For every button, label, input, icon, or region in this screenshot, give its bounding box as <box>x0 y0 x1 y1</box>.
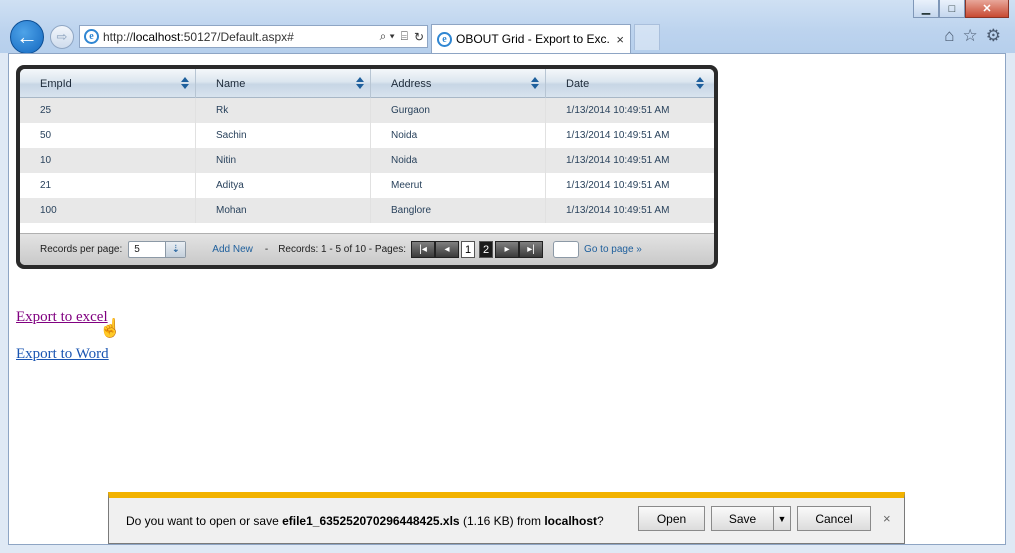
save-dropdown-icon[interactable]: ▼ <box>773 506 791 531</box>
column-header-empid[interactable]: EmpId <box>20 69 196 98</box>
ie-page-icon: e <box>84 29 99 44</box>
cell-date: 1/13/2014 10:49:51 AM <box>566 180 670 191</box>
table-row[interactable]: 21 Aditya Meerut 1/13/2014 10:49:51 AM <box>20 173 714 198</box>
cell-address: Noida <box>371 148 546 173</box>
go-to-page-input[interactable] <box>553 241 580 258</box>
export-to-word-link[interactable]: Export to Word <box>16 346 109 363</box>
cell-name: Nitin <box>196 148 371 173</box>
window-controls: ▁ □ ✕ <box>913 0 1009 18</box>
url-path: :50127/Default.aspx# <box>180 29 294 44</box>
records-per-page-value: 5 <box>134 244 140 255</box>
sort-icon[interactable] <box>356 77 364 89</box>
cell-address: Banglore <box>371 198 546 223</box>
address-url[interactable]: http://localhost:50127/Default.aspx# <box>103 30 377 44</box>
column-header-label: EmpId <box>40 77 72 90</box>
download-source: localhost <box>544 513 597 528</box>
dropdown-arrow-icon[interactable]: ⇣ <box>165 242 186 257</box>
table-row[interactable]: 10 Nitin Noida 1/13/2014 10:49:51 AM <box>20 148 714 173</box>
close-icon[interactable]: × <box>883 511 891 526</box>
grid-header: EmpId Name Address Date <box>20 69 714 98</box>
tab-favicon-icon: e <box>437 31 452 47</box>
minimize-button[interactable]: ▁ <box>913 0 939 18</box>
open-button[interactable]: Open <box>638 506 705 531</box>
cell-name: Sachin <box>196 123 371 148</box>
cell-empid: 21 <box>20 173 196 198</box>
browser-chrome: ▁ □ ✕ ← ⇨ e http://localhost:50127/Defau… <box>0 0 1015 54</box>
tab-title: OBOUT Grid - Export to Exc... <box>456 32 611 46</box>
cell-date: 1/13/2014 10:49:51 AM <box>566 105 670 116</box>
cell-name: Mohan <box>196 198 371 223</box>
page-2-button[interactable]: 2 <box>479 241 494 258</box>
download-prompt: Do you want to open or save efile1_63525… <box>126 514 604 528</box>
cell-address: Meerut <box>371 173 546 198</box>
cell-empid: 100 <box>20 198 196 223</box>
home-icon[interactable]: ⌂ <box>944 26 954 46</box>
table-row[interactable]: 25 Rk Gurgaon 1/13/2014 10:49:51 AM <box>20 98 714 123</box>
close-window-button[interactable]: ✕ <box>965 0 1009 18</box>
download-filename: efile1_635252070296448425.xls <box>282 513 460 528</box>
save-button[interactable]: Save <box>711 506 773 531</box>
page-1-button[interactable]: 1 <box>461 241 476 258</box>
column-header-label: Name <box>216 77 246 90</box>
grid-inner: EmpId Name Address Date 25 Rk Gurgaon 1/… <box>20 69 714 265</box>
cell-empid: 50 <box>20 123 196 148</box>
go-to-page-link[interactable]: Go to page » <box>584 244 642 255</box>
grid-footer: Records per page: 5 ⇣ Add New - Records:… <box>20 233 714 265</box>
url-protocol: http:// <box>103 29 134 44</box>
download-size: (1.16 KB) from <box>459 513 545 528</box>
compatibility-view-icon[interactable]: ⌸ <box>401 29 408 44</box>
table-row[interactable]: 100 Mohan Banglore 1/13/2014 10:49:51 AM <box>20 198 714 223</box>
column-header-name[interactable]: Name <box>196 69 371 98</box>
back-button[interactable]: ← <box>10 20 44 54</box>
cell-name: Rk <box>196 98 371 123</box>
hand-cursor-icon: ☝ <box>99 318 122 338</box>
new-tab-button[interactable] <box>634 24 660 50</box>
forward-button[interactable]: ⇨ <box>50 25 74 49</box>
sort-icon[interactable] <box>181 77 189 89</box>
cell-address: Gurgaon <box>371 98 546 123</box>
cell-date: 1/13/2014 10:49:51 AM <box>566 155 670 166</box>
column-header-label: Date <box>566 77 590 90</box>
cell-name: Aditya <box>196 173 371 198</box>
table-row[interactable]: 50 Sachin Noida 1/13/2014 10:49:51 AM <box>20 123 714 148</box>
browser-tools: ⌂ ☆ ⚙ <box>944 26 1001 46</box>
page-content: EmpId Name Address Date 25 Rk Gurgaon 1/… <box>8 53 1006 545</box>
sort-icon[interactable] <box>531 77 539 89</box>
records-per-page-select[interactable]: 5 ⇣ <box>128 241 187 258</box>
cell-empid: 25 <box>20 98 196 123</box>
cell-date: 1/13/2014 10:49:51 AM <box>566 205 670 216</box>
refresh-icon[interactable]: ↻ <box>414 30 424 44</box>
prompt-suffix: ? <box>597 513 604 528</box>
search-icon[interactable]: ⌕ ▾ <box>380 29 395 44</box>
column-header-address[interactable]: Address <box>371 69 546 98</box>
prompt-prefix: Do you want to open or save <box>126 513 283 528</box>
obout-grid: EmpId Name Address Date 25 Rk Gurgaon 1/… <box>16 65 718 269</box>
tab-close-icon[interactable]: × <box>616 32 624 47</box>
cancel-button[interactable]: Cancel <box>797 506 871 531</box>
browser-tab[interactable]: e OBOUT Grid - Export to Exc... × <box>431 24 631 53</box>
settings-gear-icon[interactable]: ⚙ <box>986 26 1001 46</box>
previous-page-button[interactable]: ◂ <box>435 241 460 258</box>
download-notification-bar: Do you want to open or save efile1_63525… <box>108 492 905 544</box>
column-header-label: Address <box>391 77 432 90</box>
favorites-icon[interactable]: ☆ <box>963 26 978 46</box>
address-bar[interactable]: e http://localhost:50127/Default.aspx# ⌕… <box>79 25 428 48</box>
cell-date: 1/13/2014 10:49:51 AM <box>566 130 670 141</box>
url-host: localhost <box>133 29 181 44</box>
last-page-button[interactable]: ▸| <box>519 241 544 258</box>
cell-empid: 10 <box>20 148 196 173</box>
maximize-button[interactable]: □ <box>939 0 965 18</box>
add-new-link[interactable]: Add New <box>212 244 253 255</box>
export-to-excel-link[interactable]: Export to excel <box>16 309 108 326</box>
column-header-date[interactable]: Date <box>546 69 710 98</box>
next-page-button[interactable]: ▸ <box>495 241 520 258</box>
first-page-button[interactable]: |◂ <box>411 241 436 258</box>
cell-address: Noida <box>371 123 546 148</box>
records-summary: Records: 1 - 5 of 10 - Pages: <box>278 244 407 255</box>
footer-separator: - <box>264 244 269 255</box>
records-per-page-label: Records per page: <box>40 244 123 255</box>
sort-icon[interactable] <box>696 77 704 89</box>
